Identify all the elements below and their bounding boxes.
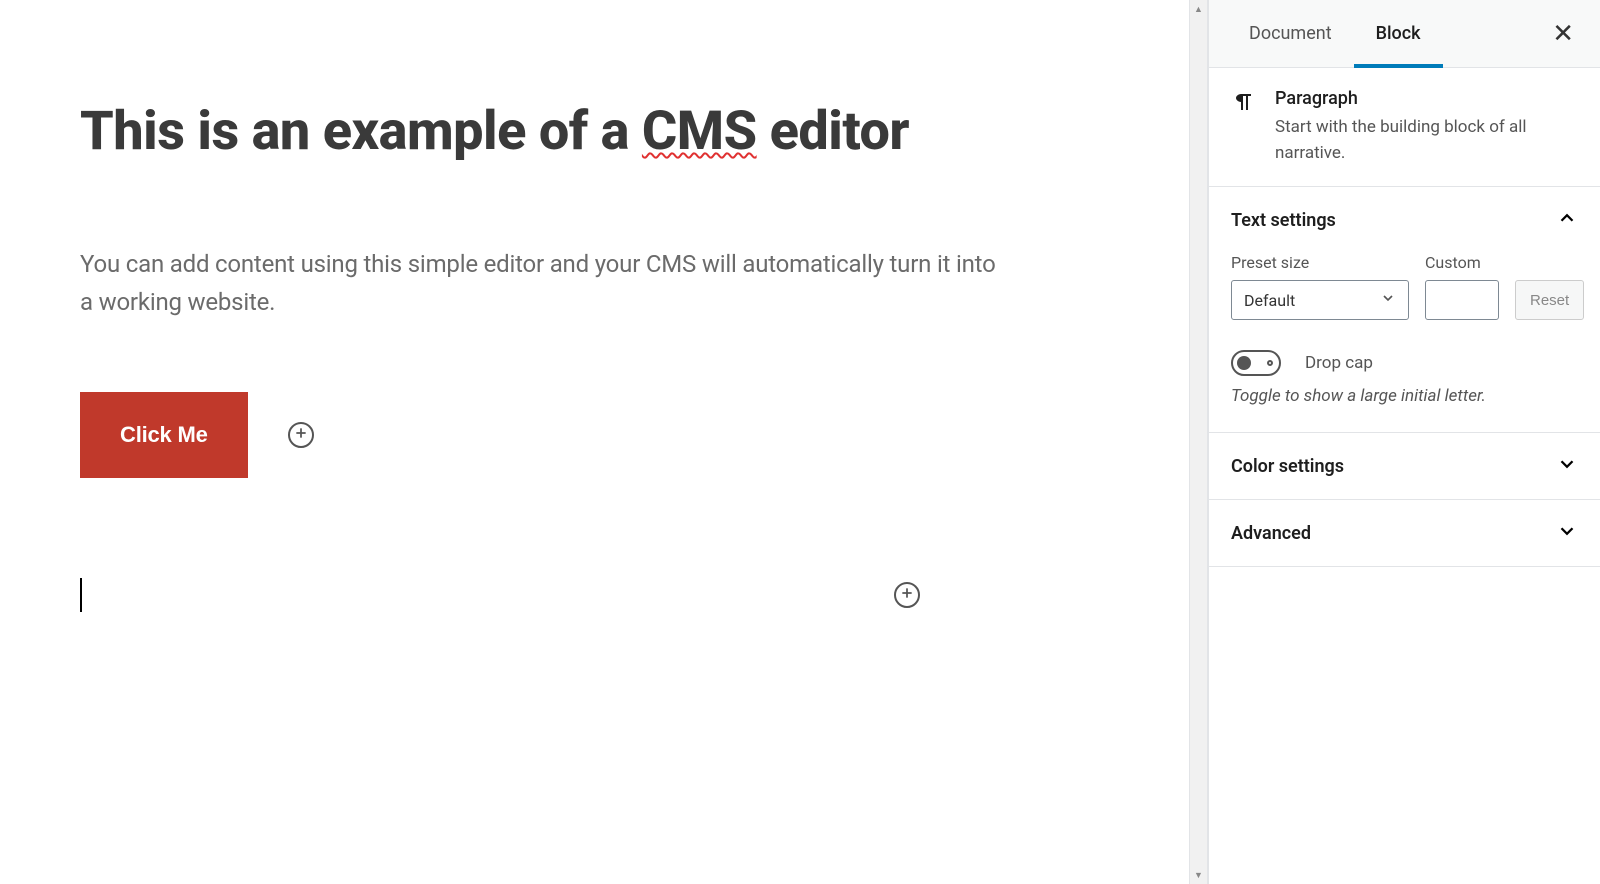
chevron-down-icon	[1556, 453, 1578, 479]
panel-title: Text settings	[1231, 210, 1336, 231]
panel-header-color-settings[interactable]: Color settings	[1209, 433, 1600, 499]
title-text-prefix: This is an example of a	[80, 100, 642, 163]
panel-text-settings: Text settings Preset size Default Cust	[1209, 187, 1600, 433]
custom-size-field: Custom	[1425, 253, 1499, 320]
plus-icon	[900, 585, 914, 604]
preset-size-select[interactable]: Default	[1231, 280, 1409, 320]
font-size-row: Preset size Default Custom Reset	[1231, 253, 1578, 320]
toggle-knob	[1237, 356, 1251, 370]
close-sidebar-button[interactable]: ✕	[1544, 13, 1582, 55]
editor-content: This is an example of a CMS editor You c…	[0, 0, 1080, 672]
panel-body-text-settings: Preset size Default Custom Reset	[1209, 253, 1600, 432]
sidebar-tabs: Document Block ✕	[1209, 0, 1600, 68]
title-text-suffix: editor	[757, 100, 909, 163]
custom-size-input[interactable]	[1425, 280, 1499, 320]
tab-block[interactable]: Block	[1354, 0, 1443, 67]
custom-size-label: Custom	[1425, 253, 1499, 272]
panel-color-settings: Color settings	[1209, 433, 1600, 500]
title-spellcheck-word[interactable]: CMS	[642, 100, 757, 163]
paragraph-icon	[1231, 88, 1257, 166]
text-caret	[80, 578, 82, 612]
block-info: Paragraph Start with the building block …	[1209, 68, 1600, 187]
preset-size-field: Preset size Default	[1231, 253, 1409, 320]
chevron-up-icon	[1556, 207, 1578, 233]
editor-scrollbar[interactable]: ▲ ▼	[1189, 0, 1207, 884]
scroll-down-arrow[interactable]: ▼	[1190, 866, 1207, 884]
button-block-row: Click Me	[80, 392, 1000, 478]
empty-block-row[interactable]	[80, 578, 1000, 612]
block-type-description: Start with the building block of all nar…	[1275, 115, 1578, 166]
paragraph-block[interactable]: You can add content using this simple ed…	[80, 245, 1000, 322]
close-icon: ✕	[1552, 19, 1574, 49]
preset-size-value: Default	[1244, 291, 1295, 310]
dropcap-toggle[interactable]	[1231, 350, 1281, 376]
scroll-up-arrow[interactable]: ▲	[1190, 0, 1207, 18]
add-block-trailing-button[interactable]	[894, 582, 920, 608]
toggle-off-indicator	[1267, 360, 1273, 366]
block-info-text: Paragraph Start with the building block …	[1275, 88, 1578, 166]
preset-size-label: Preset size	[1231, 253, 1409, 272]
panel-header-advanced[interactable]: Advanced	[1209, 500, 1600, 566]
editor-canvas[interactable]: This is an example of a CMS editor You c…	[0, 0, 1208, 884]
chevron-down-icon	[1556, 520, 1578, 546]
dropcap-hint: Toggle to show a large initial letter.	[1231, 386, 1578, 406]
panel-header-text-settings[interactable]: Text settings	[1209, 187, 1600, 253]
dropcap-row: Drop cap	[1231, 350, 1578, 376]
panel-advanced: Advanced	[1209, 500, 1600, 567]
plus-icon	[294, 425, 308, 444]
scrollbar-track-area[interactable]	[1190, 18, 1207, 866]
cms-button[interactable]: Click Me	[80, 392, 248, 478]
panel-title: Advanced	[1231, 523, 1311, 544]
block-type-title: Paragraph	[1275, 88, 1578, 109]
panel-title: Color settings	[1231, 456, 1344, 477]
post-title[interactable]: This is an example of a CMS editor	[80, 100, 1000, 165]
dropcap-label: Drop cap	[1305, 353, 1373, 373]
settings-sidebar: Document Block ✕ Paragraph Start with th…	[1208, 0, 1600, 884]
reset-size-button[interactable]: Reset	[1515, 280, 1584, 320]
tab-document[interactable]: Document	[1227, 0, 1354, 67]
chevron-down-icon	[1380, 290, 1396, 310]
add-block-inline-button[interactable]	[288, 422, 314, 448]
